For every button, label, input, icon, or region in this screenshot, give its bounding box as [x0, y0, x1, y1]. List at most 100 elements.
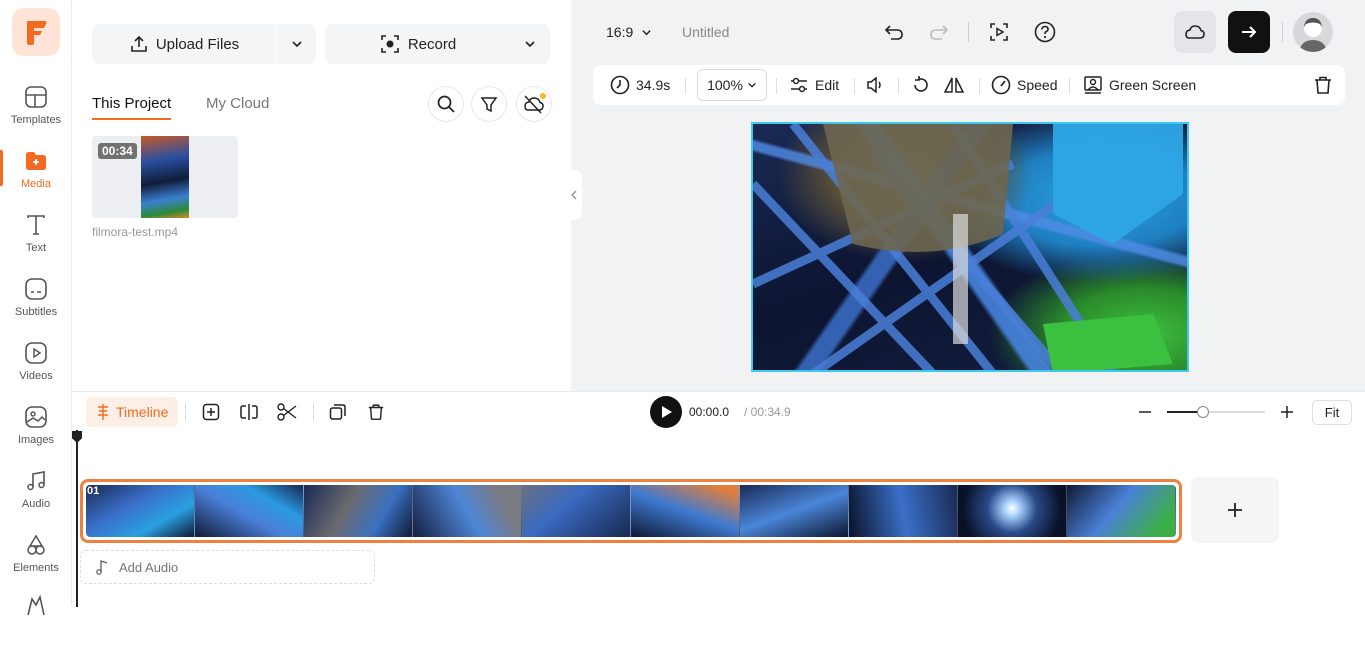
adjust-icon	[789, 76, 809, 94]
chevron-left-icon	[570, 189, 578, 201]
audio-icon	[23, 468, 49, 494]
divider	[685, 78, 686, 94]
timeline-tab-label: Timeline	[116, 404, 169, 420]
green-screen-icon	[1083, 75, 1103, 95]
sidebar-item-audio[interactable]: Audio	[0, 468, 72, 532]
sidebar-item-elements[interactable]: Elements	[0, 532, 72, 596]
preview-play-button[interactable]	[987, 20, 1011, 44]
tab-this-project[interactable]: This Project	[92, 95, 172, 120]
upload-dropdown-button[interactable]	[277, 38, 316, 50]
filmstrip-frame	[195, 485, 304, 537]
sidebar-item-label: Text	[25, 242, 47, 254]
sidebar-item-media[interactable]: Media	[0, 148, 72, 212]
search-button[interactable]	[428, 86, 464, 122]
volume-button[interactable]	[865, 65, 885, 105]
timeline-zoom-slider[interactable]	[1167, 406, 1265, 418]
edit-button[interactable]: Edit	[789, 65, 839, 105]
text-icon	[23, 212, 49, 238]
filmstrip-frame	[413, 485, 522, 537]
edit-toolbar: 34.9s 100% Edit Speed Green Screen	[593, 65, 1345, 105]
timeline-tab[interactable]: Timeline	[86, 397, 179, 427]
divider	[968, 22, 969, 42]
record-group: Record	[325, 24, 550, 64]
green-screen-button[interactable]: Green Screen	[1083, 65, 1196, 105]
chevron-down-icon	[641, 27, 652, 38]
sidebar-item-label: Subtitles	[14, 306, 58, 318]
sidebar-item-more[interactable]	[0, 592, 72, 656]
cloud-off-icon	[522, 93, 546, 115]
undo-icon	[884, 22, 904, 42]
media-panel: Upload Files Record This Project My Clou…	[72, 0, 571, 391]
record-dropdown-button[interactable]	[510, 38, 550, 50]
chevron-down-icon	[524, 38, 536, 50]
rotate-button[interactable]	[911, 65, 931, 105]
timeline-delete-button[interactable]	[365, 401, 387, 423]
timeline-panel: Timeline 00:00.0 / 00:34.9 Fit 01 Add Au…	[72, 391, 1365, 607]
video-thumbnail-image	[141, 136, 189, 218]
add-audio-button[interactable]: Add Audio	[80, 550, 375, 584]
delete-button[interactable]	[1313, 65, 1333, 105]
cloud-save-button[interactable]	[1174, 11, 1216, 53]
sidebar-item-templates[interactable]: Templates	[0, 84, 72, 148]
duplicate-button[interactable]	[327, 401, 349, 423]
add-clip-button[interactable]	[1191, 477, 1279, 543]
export-button[interactable]	[1228, 11, 1270, 53]
undo-button[interactable]	[882, 20, 906, 44]
add-track-button[interactable]	[200, 401, 222, 423]
sidebar-item-videos[interactable]: Videos	[0, 340, 72, 404]
divider	[185, 403, 186, 421]
aspect-ratio-select[interactable]: 16:9	[606, 24, 652, 40]
upload-files-label: Upload Files	[155, 35, 240, 53]
clip-filmstrip	[86, 485, 1176, 537]
split-button[interactable]	[238, 401, 260, 423]
project-name[interactable]: Untitled	[682, 24, 729, 40]
help-button[interactable]	[1033, 20, 1057, 44]
fit-button[interactable]: Fit	[1312, 400, 1352, 425]
zoom-out-button[interactable]	[1134, 401, 1156, 423]
slider-handle[interactable]	[1197, 406, 1210, 418]
zoom-in-button[interactable]	[1276, 401, 1298, 423]
record-button[interactable]: Record	[325, 24, 510, 64]
speaker-icon	[865, 75, 885, 95]
redo-icon	[929, 22, 949, 42]
sidebar-item-images[interactable]: Images	[0, 404, 72, 468]
filter-button[interactable]	[471, 86, 507, 122]
speed-button[interactable]: Speed	[991, 65, 1057, 105]
redo-button[interactable]	[927, 20, 951, 44]
cloud-sync-button[interactable]	[516, 86, 552, 122]
media-file-thumbnail[interactable]: 00:34	[92, 136, 238, 218]
minus-icon	[1138, 405, 1152, 419]
divider	[854, 78, 855, 94]
add-audio-label: Add Audio	[119, 559, 179, 575]
clip-number: 01	[87, 485, 100, 497]
videos-icon	[23, 340, 49, 366]
video-preview-canvas[interactable]	[751, 122, 1189, 372]
filmora-logo[interactable]	[12, 8, 60, 56]
play-button[interactable]	[650, 396, 682, 428]
sidebar-item-label: Media	[21, 178, 51, 190]
duplicate-icon	[329, 403, 347, 421]
avatar[interactable]	[1293, 12, 1333, 52]
help-icon	[1034, 21, 1056, 43]
playhead[interactable]	[76, 430, 78, 607]
upload-files-button[interactable]: Upload Files	[92, 24, 276, 64]
collapse-panel-button[interactable]	[566, 170, 582, 220]
plus-icon	[1280, 405, 1294, 419]
tab-my-cloud[interactable]: My Cloud	[206, 95, 269, 112]
filmstrip-frame	[1067, 485, 1176, 537]
video-clip[interactable]: 01	[80, 479, 1182, 543]
duration-button[interactable]: 34.9s	[610, 65, 670, 105]
playhead-handle[interactable]	[72, 431, 82, 443]
cut-button[interactable]	[276, 401, 298, 423]
sidebar-item-text[interactable]: Text	[0, 212, 72, 276]
record-icon	[379, 33, 401, 55]
left-nav: Templates Media Text Subtitles Videos Im…	[0, 0, 72, 616]
sidebar-item-subtitles[interactable]: Subtitles	[0, 276, 72, 340]
current-time: 00:00.0	[689, 405, 730, 419]
divider	[979, 78, 980, 94]
zoom-value: 100%	[707, 77, 743, 93]
green-screen-label: Green Screen	[1109, 77, 1197, 93]
timeline-icon	[96, 404, 110, 420]
flip-button[interactable]	[943, 65, 965, 105]
zoom-select[interactable]: 100%	[697, 69, 767, 101]
